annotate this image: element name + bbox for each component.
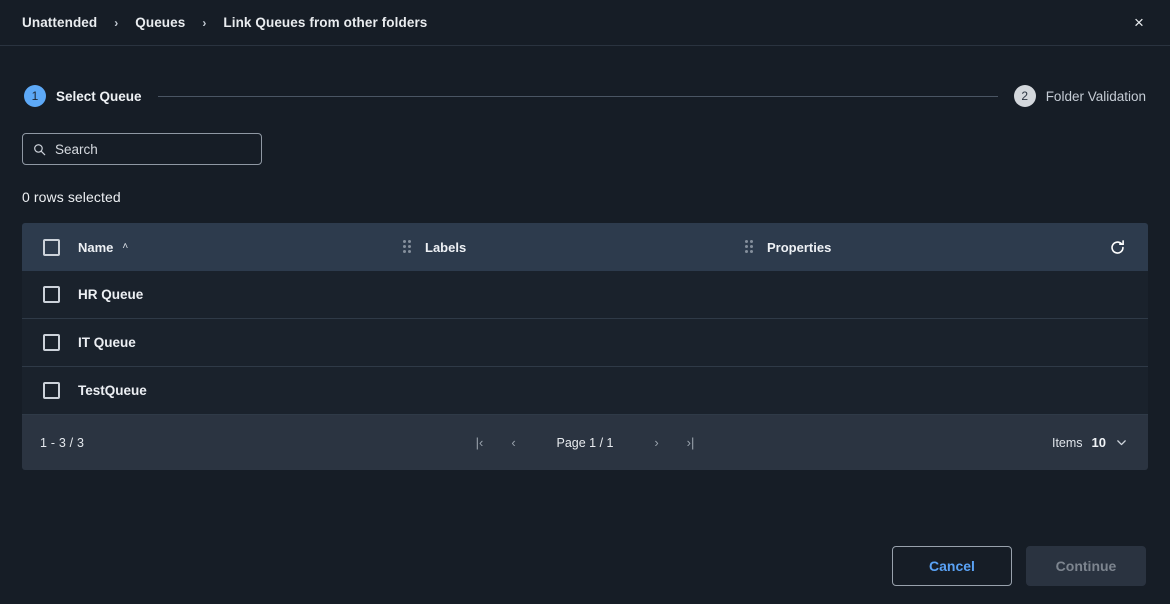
step-2-label: Folder Validation: [1046, 89, 1146, 104]
items-per-page-value: 10: [1092, 435, 1106, 450]
row-checkbox[interactable]: [43, 382, 60, 399]
search-container: [22, 133, 1148, 165]
last-page-button[interactable]: ›|: [674, 428, 708, 458]
step-1-label: Select Queue: [56, 89, 142, 104]
column-header-labels-label: Labels: [425, 240, 466, 255]
row-cell-name: IT Queue: [78, 335, 403, 350]
column-header-properties-label: Properties: [767, 240, 831, 255]
row-name-label: IT Queue: [78, 335, 136, 350]
step-select-queue[interactable]: 1 Select Queue: [24, 85, 142, 107]
breadcrumb-separator: ›: [97, 17, 135, 29]
items-per-page-label: Items: [1052, 436, 1083, 450]
row-checkbox[interactable]: [43, 334, 60, 351]
previous-page-button[interactable]: ‹: [497, 428, 531, 458]
close-icon[interactable]: ×: [1126, 10, 1152, 36]
row-checkbox[interactable]: [43, 286, 60, 303]
queues-table: Name ˄ Labels Properties: [22, 223, 1148, 470]
select-all-checkbox[interactable]: [43, 239, 60, 256]
row-name-label: TestQueue: [78, 383, 147, 398]
pagination-range: 1 - 3 / 3: [40, 436, 84, 450]
table-row[interactable]: IT Queue: [22, 319, 1148, 367]
breadcrumb-item-unattended[interactable]: Unattended: [22, 15, 97, 30]
table-header-row: Name ˄ Labels Properties: [22, 223, 1148, 271]
column-header-labels[interactable]: Labels: [403, 240, 745, 255]
items-per-page-select[interactable]: Items 10: [1052, 435, 1128, 450]
refresh-icon[interactable]: [1106, 236, 1128, 258]
cancel-button[interactable]: Cancel: [892, 546, 1012, 586]
link-queues-dialog: Unattended › Queues › Link Queues from o…: [0, 0, 1170, 604]
stepper-connector: [158, 96, 998, 97]
column-header-name[interactable]: Name ˄: [78, 240, 403, 255]
breadcrumb: Unattended › Queues › Link Queues from o…: [22, 15, 427, 30]
breadcrumb-item-current: Link Queues from other folders: [223, 15, 427, 30]
row-name-label: HR Queue: [78, 287, 143, 302]
dialog-content: 0 rows selected Name ˄ Labels Properties: [0, 113, 1170, 528]
row-select-cell: [22, 334, 78, 351]
continue-button[interactable]: Continue: [1026, 546, 1146, 586]
search-icon: [33, 143, 46, 156]
column-header-properties[interactable]: Properties: [745, 240, 1130, 255]
row-cell-name: HR Queue: [78, 287, 403, 302]
row-cell-name: TestQueue: [78, 383, 403, 398]
drag-handle-icon[interactable]: [745, 240, 755, 254]
select-all-cell: [22, 239, 78, 256]
table-row[interactable]: HR Queue: [22, 271, 1148, 319]
sort-ascending-icon: ˄: [122, 242, 128, 252]
wizard-stepper: 1 Select Queue 2 Folder Validation: [0, 79, 1170, 113]
dialog-header: Unattended › Queues › Link Queues from o…: [0, 0, 1170, 46]
step-folder-validation[interactable]: 2 Folder Validation: [1014, 85, 1146, 107]
breadcrumb-separator: ›: [185, 17, 223, 29]
column-header-name-label: Name: [78, 240, 113, 255]
step-2-number: 2: [1014, 85, 1036, 107]
search-box[interactable]: [22, 133, 262, 165]
rows-selected-label: 0 rows selected: [22, 189, 1148, 205]
row-select-cell: [22, 382, 78, 399]
next-page-button[interactable]: ›: [640, 428, 674, 458]
chevron-down-icon: [1115, 436, 1128, 449]
table-row[interactable]: TestQueue: [22, 367, 1148, 415]
first-page-button[interactable]: |‹: [463, 428, 497, 458]
breadcrumb-item-queues[interactable]: Queues: [135, 15, 185, 30]
row-select-cell: [22, 286, 78, 303]
search-input[interactable]: [55, 142, 251, 157]
page-indicator: Page 1 / 1: [531, 436, 640, 450]
pagination-controls: |‹ ‹ Page 1 / 1 › ›|: [463, 428, 708, 458]
step-1-number: 1: [24, 85, 46, 107]
drag-handle-icon[interactable]: [403, 240, 413, 254]
dialog-actions: Cancel Continue: [0, 528, 1170, 604]
table-pagination: 1 - 3 / 3 |‹ ‹ Page 1 / 1 › ›| Items 10: [22, 415, 1148, 470]
